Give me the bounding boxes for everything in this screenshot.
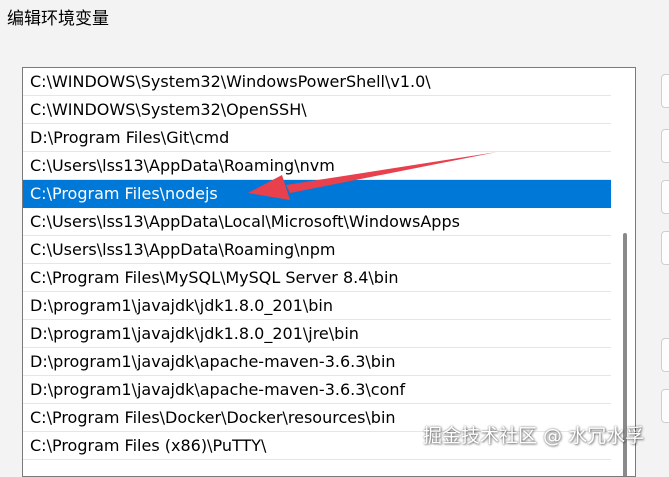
path-list-item[interactable]: C:\Users\lss13\AppData\Roaming\nvm	[23, 152, 611, 180]
path-list-item[interactable]: C:\WINDOWS\System32\OpenSSH\	[23, 96, 611, 124]
path-list-item[interactable]: C:\Users\lss13\AppData\Local\Microsoft\W…	[23, 208, 611, 236]
vertical-scrollbar[interactable]	[613, 68, 635, 476]
path-list-item[interactable]: D:\program1\javajdk\apache-maven-3.6.3\b…	[23, 348, 611, 376]
side-button-move-up[interactable]	[661, 338, 669, 372]
path-list-item[interactable]: D:\program1\javajdk\jdk1.8.0_201\jre\bin	[23, 320, 611, 348]
window-title: 编辑环境变量	[7, 9, 109, 29]
path-list-item-selected[interactable]: C:\Program Files\nodejs	[23, 180, 611, 208]
watermark-text: 掘金技术社区 @ 水冗水孚	[423, 425, 645, 447]
path-list-item[interactable]: D:\program1\javajdk\jdk1.8.0_201\bin	[23, 292, 611, 320]
path-list[interactable]: C:\WINDOWS\System32\WindowsPowerShell\v1…	[22, 67, 636, 477]
path-list-item[interactable]: C:\WINDOWS\System32\WindowsPowerShell\v1…	[23, 68, 611, 96]
side-button-move-down[interactable]	[661, 389, 669, 423]
side-button-edit[interactable]	[661, 129, 669, 163]
side-button-new[interactable]	[661, 74, 669, 108]
side-button-browse[interactable]	[661, 180, 669, 214]
path-list-item[interactable]: C:\Program Files\MySQL\MySQL Server 8.4\…	[23, 264, 611, 292]
side-button-delete[interactable]	[661, 231, 669, 265]
path-list-item[interactable]: C:\Users\lss13\AppData\Roaming\npm	[23, 236, 611, 264]
path-list-item[interactable]: D:\Program Files\Git\cmd	[23, 124, 611, 152]
window-title-bar[interactable]: 编辑环境变量	[0, 0, 669, 34]
path-list-item[interactable]: D:\program1\javajdk\apache-maven-3.6.3\c…	[23, 376, 611, 404]
